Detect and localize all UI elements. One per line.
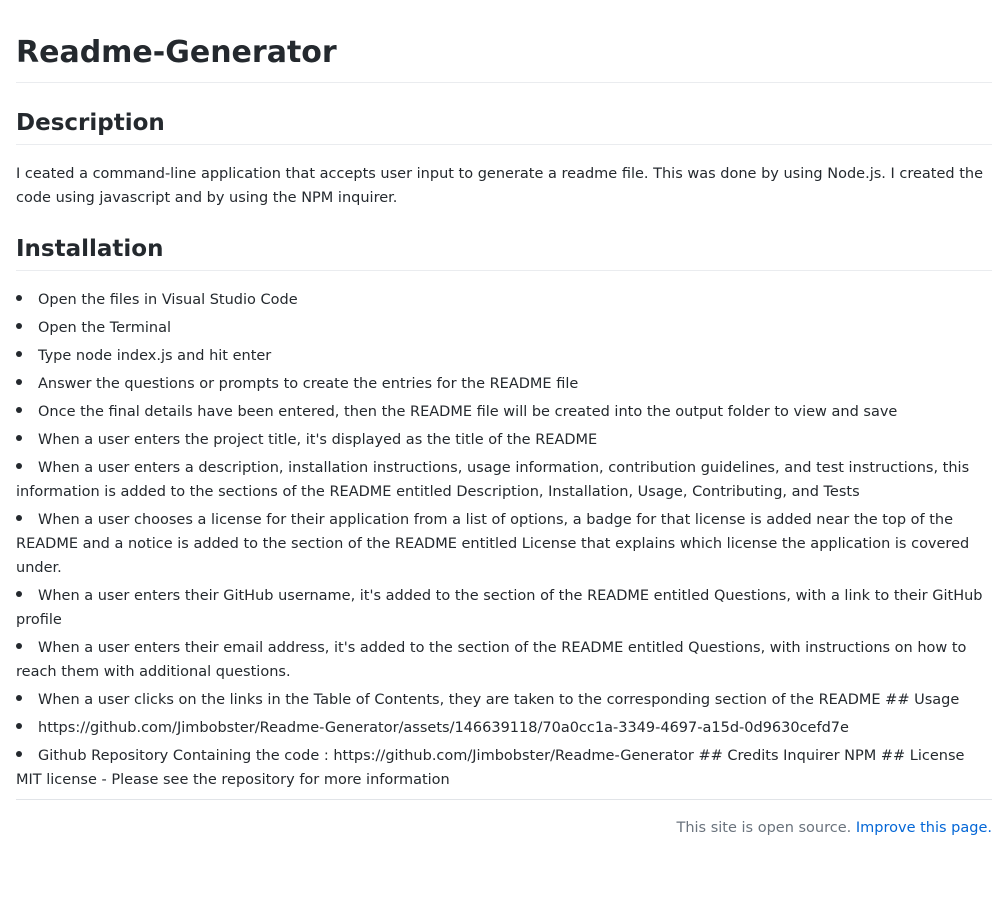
bullet-icon [16, 643, 22, 649]
site-footer: This site is open source. Improve this p… [676, 817, 992, 839]
list-item-text: When a user enters their email address, … [16, 640, 967, 680]
improve-page-link[interactable]: Improve this page. [856, 820, 992, 836]
list-item-text: When a user chooses a license for their … [16, 512, 970, 576]
list-item-text: https://github.com/Jimbobster/Readme-Gen… [38, 720, 849, 736]
installation-heading: Installation [16, 236, 164, 262]
list-item: https://github.com/Jimbobster/Readme-Gen… [16, 716, 992, 740]
list-item: When a user clicks on the links in the T… [16, 688, 992, 712]
list-item: When a user enters their GitHub username… [16, 584, 992, 632]
list-item: Type node index.js and hit enter [16, 344, 992, 368]
description-text: I ceated a command-line application that… [16, 166, 984, 206]
page: Readme-Generator Description I ceated a … [0, 0, 1008, 909]
list-item-text: When a user enters the project title, it… [38, 432, 598, 448]
bullet-icon [16, 435, 22, 441]
bullet-icon [16, 463, 22, 469]
list-item-text: Once the final details have been entered… [38, 404, 898, 420]
description-heading: Description [16, 110, 165, 136]
list-item-text: Type node index.js and hit enter [38, 348, 272, 364]
bullet-icon [16, 515, 22, 521]
bullet-icon [16, 351, 22, 357]
title-divider [16, 82, 992, 83]
bullet-icon [16, 591, 22, 597]
list-item-text: Open the Terminal [38, 320, 172, 336]
bullet-icon [16, 723, 22, 729]
list-item-text: When a user enters a description, instal… [16, 460, 970, 500]
page-title: Readme-Generator [16, 35, 337, 70]
list-item: Github Repository Containing the code : … [16, 744, 992, 792]
bullet-icon [16, 407, 22, 413]
footer-text: This site is open source. [676, 820, 852, 836]
list-item-text: When a user clicks on the links in the T… [38, 692, 960, 708]
list-item-text: When a user enters their GitHub username… [16, 588, 983, 628]
bullet-icon [16, 323, 22, 329]
list-item: Open the files in Visual Studio Code [16, 288, 992, 312]
list-item: Once the final details have been entered… [16, 400, 992, 424]
bullet-icon [16, 379, 22, 385]
description-divider [16, 144, 992, 145]
bullet-icon [16, 295, 22, 301]
list-item: When a user chooses a license for their … [16, 508, 992, 580]
list-item: When a user enters a description, instal… [16, 456, 992, 504]
list-item-text: Open the files in Visual Studio Code [38, 292, 298, 308]
list-item: Open the Terminal [16, 316, 992, 340]
bullet-icon [16, 695, 22, 701]
list-item-text: Answer the questions or prompts to creat… [38, 376, 579, 392]
footer-divider [16, 799, 992, 800]
installation-list: Open the files in Visual Studio Code Ope… [16, 288, 992, 796]
list-item: When a user enters their email address, … [16, 636, 992, 684]
bullet-icon [16, 751, 22, 757]
list-item: When a user enters the project title, it… [16, 428, 992, 452]
list-item-text: Github Repository Containing the code : … [16, 748, 965, 788]
list-item: Answer the questions or prompts to creat… [16, 372, 992, 396]
installation-divider [16, 270, 992, 271]
